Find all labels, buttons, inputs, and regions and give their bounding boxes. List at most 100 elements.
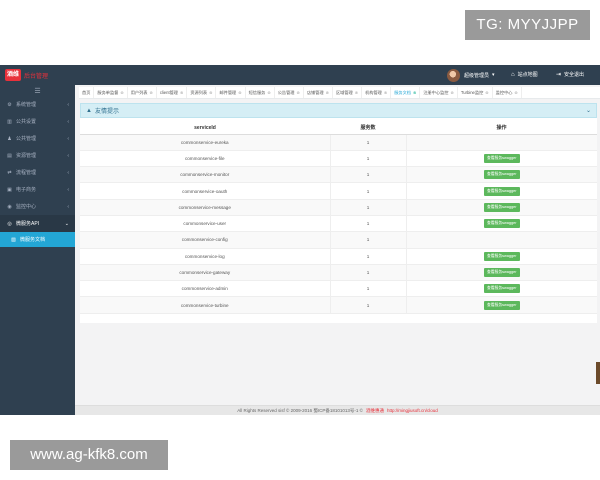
table-row: commonservice-eureka 1 [80, 134, 597, 151]
collapse-chevron-icon[interactable]: ⌄ [586, 107, 591, 114]
cell-serviceid: commonservice-log [80, 248, 331, 265]
sidebar-item-label: 流程管理 [16, 170, 37, 176]
chevron-left-icon: ‹ [67, 169, 69, 176]
tab-item[interactable]: 服务文档 ⊗ [391, 87, 421, 98]
view-swagger-button[interactable]: 查看服务swagger [483, 170, 520, 180]
tab-label: 资源列表 [190, 89, 208, 95]
page-scrollbar-thumb[interactable] [596, 362, 600, 384]
chevron-down-icon: ⌄ [64, 220, 69, 227]
view-swagger-button[interactable]: 查看服务swagger [483, 251, 520, 261]
tab-item[interactable]: 首页 [79, 87, 95, 98]
tab-item[interactable]: 区域管理 ⊗ [333, 87, 363, 98]
cart-icon: ▣ [7, 186, 12, 193]
logo[interactable]: 酒维 后台管理 [5, 69, 48, 81]
close-tab-icon[interactable]: ⊗ [149, 87, 152, 98]
sidebar-item-ecommerce[interactable]: ▣ 电子商务 ‹ [0, 181, 75, 198]
footer-link[interactable]: http://mingjiusoft.cn/cloud [387, 408, 438, 413]
sitemap-label: 站点地图 [517, 72, 538, 78]
cell-count: 1 [330, 264, 407, 282]
tab-item[interactable]: client管理 ⊗ [157, 87, 188, 98]
close-tab-icon[interactable]: ⊗ [326, 87, 329, 98]
tab-item[interactable]: 店铺管理 ⊗ [304, 87, 333, 98]
tab-item[interactable]: 用户列表 ⊗ [128, 87, 157, 98]
warning-icon: ▲ [86, 107, 92, 114]
close-tab-icon[interactable]: ⊗ [485, 87, 488, 98]
sidebar-item-label: 公共管理 [16, 136, 37, 142]
tab-label: 注册中心监控 [423, 89, 449, 95]
view-swagger-button[interactable]: 查看服务swagger [483, 268, 520, 278]
tab-label: 公告管理 [277, 89, 295, 95]
close-tab-icon[interactable]: ⊗ [450, 87, 453, 98]
tab-label: Turbine监控 [460, 89, 484, 95]
tab-item[interactable]: 资源列表 ⊗ [187, 87, 217, 98]
close-tab-icon[interactable]: ⊗ [413, 87, 416, 98]
table-row: commonservice-log 1 查看服务swagger [80, 248, 597, 265]
panel-title: 友情提示 [94, 109, 119, 115]
sidebar-item-microservice-api[interactable]: ◎ 微服务API ⌄ [0, 215, 75, 232]
view-swagger-button[interactable]: 查看服务swagger [483, 202, 520, 212]
table-row: commonservice-message 1 查看服务swagger [80, 199, 597, 216]
view-swagger-button[interactable]: 查看服务swagger [483, 300, 520, 310]
logout-label: 安全退出 [564, 72, 585, 78]
close-tab-icon[interactable]: ⊗ [209, 87, 212, 98]
view-swagger-button[interactable]: 查看服务swagger [483, 186, 520, 196]
logout-link[interactable]: ⇥ 安全退出 [556, 71, 584, 78]
view-swagger-button[interactable]: 查看服务swagger [483, 153, 520, 163]
cell-serviceid: commonservice-message [80, 199, 331, 216]
footer: All Rights Reserved sisf © 2009-2016 蜀IC… [75, 405, 600, 415]
table-row: commonservice-file 1 查看服务swagger [80, 150, 597, 168]
sidebar-item-label: 电子商务 [16, 187, 37, 193]
close-tab-icon[interactable]: ⊗ [267, 87, 270, 98]
sidebar-item-monitor[interactable]: ◉ 监控中心 ‹ [0, 198, 75, 215]
close-tab-icon[interactable]: ⊗ [384, 87, 387, 98]
cell-serviceid: commonservice-eureka [80, 134, 331, 151]
sidebar-item-public-settings[interactable]: ▥ 公共设置 ‹ [0, 113, 75, 130]
sidebar-subitem-label: 微服务文档 [20, 237, 46, 243]
cell-serviceid: commonservice-file [80, 150, 331, 168]
close-tab-icon[interactable]: ⊗ [355, 87, 358, 98]
chevron-left-icon: ‹ [67, 135, 69, 142]
menu-toggle-icon[interactable]: ☰ [0, 85, 75, 96]
footer-brand: 酒维惠通 [365, 407, 384, 413]
cell-serviceid: commonservice-user [80, 215, 331, 233]
close-tab-icon[interactable]: ⊗ [514, 87, 517, 98]
user-menu[interactable]: 超级管理员 ▾ [447, 67, 495, 83]
tab-label: 区域管理 [335, 89, 353, 95]
table-row: commonservice-gateway 1 查看服务swagger [80, 264, 597, 282]
tab-item[interactable]: 机构管理 ⊗ [362, 87, 392, 98]
tab-item[interactable]: Turbine监控 ⊗ [458, 87, 493, 98]
sidebar: ☰ ⚙ 系统管理 ‹ ▥ 公共设置 ‹ ♟ 公共管理 ‹ ▤ 资源管理 ‹ ⇄ … [0, 85, 75, 415]
close-tab-icon[interactable]: ⊗ [296, 87, 299, 98]
tab-item[interactable]: 邮件管理 ⊗ [216, 87, 246, 98]
close-tab-icon[interactable]: ⊗ [120, 87, 123, 98]
tab-item[interactable]: 注册中心监控 ⊗ [420, 87, 458, 98]
users-icon: ♟ [7, 135, 12, 142]
sidebar-item-label: 资源管理 [16, 153, 37, 159]
cell-actions [406, 134, 597, 151]
services-panel: ▲ 友情提示 ⌄ serviceId 服务数 操作 commonservice-… [80, 103, 597, 323]
sidebar-subitem-docs[interactable]: ▧ 微服务文档 [0, 232, 75, 247]
close-tab-icon[interactable]: ⊗ [238, 87, 241, 98]
sidebar-item-system[interactable]: ⚙ 系统管理 ‹ [0, 96, 75, 113]
cell-count: 1 [330, 248, 407, 265]
tab-item[interactable]: 短信服务 ⊗ [246, 87, 275, 98]
page-tabs: 首页 服务单监督 ⊗ 用户列表 ⊗ client管理 ⊗ 资源列表 ⊗ 邮件管理 ⊗ 短信服务 ⊗ 公告管… [79, 87, 600, 99]
logo-mark: 酒维 [5, 69, 22, 81]
sidebar-item-resources[interactable]: ▤ 资源管理 ‹ [0, 147, 75, 164]
tab-item[interactable]: 服务单监督 ⊗ [94, 87, 128, 98]
tab-item[interactable]: 公告管理 ⊗ [275, 87, 304, 98]
column-header-actions: 操作 [406, 122, 597, 135]
view-swagger-button[interactable]: 查看服务swagger [483, 219, 520, 229]
chevron-left-icon: ‹ [67, 118, 69, 125]
close-tab-icon[interactable]: ⊗ [180, 87, 183, 98]
cell-serviceid: commonservice-admin [80, 280, 331, 298]
sidebar-item-public-manage[interactable]: ♟ 公共管理 ‹ [0, 130, 75, 147]
sitemap-link[interactable]: ⌂ 站点地图 [511, 71, 538, 79]
cell-count: 1 [330, 296, 407, 314]
sidebar-item-workflow[interactable]: ⇄ 流程管理 ‹ [0, 164, 75, 181]
view-swagger-button[interactable]: 查看服务swagger [483, 284, 520, 294]
tab-item[interactable]: 监控中心 ⊗ [493, 87, 522, 98]
chevron-left-icon: ‹ [67, 186, 69, 193]
cell-actions [406, 231, 597, 249]
sidebar-item-label: 公共设置 [16, 119, 37, 125]
